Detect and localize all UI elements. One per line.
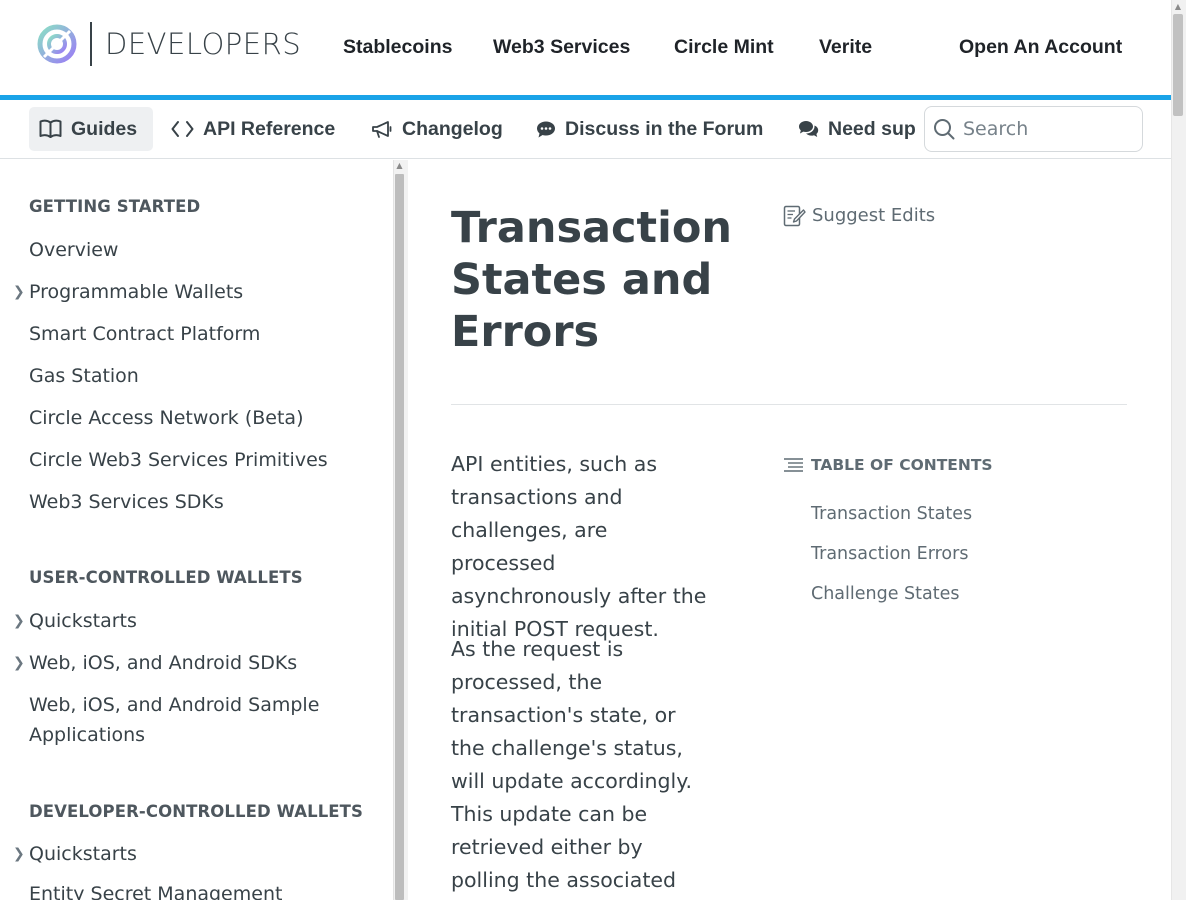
sidebar-item-web-ios-android-sdks[interactable]: Web, iOS, and Android SDKs <box>29 648 369 678</box>
nav-stablecoins[interactable]: Stablecoins <box>343 36 452 59</box>
book-icon <box>39 119 62 138</box>
main-content: Transaction States and Errors Suggest Ed… <box>408 160 1171 900</box>
chevron-right-icon[interactable]: ❯ <box>13 284 25 300</box>
megaphone-icon <box>372 121 392 138</box>
scroll-up-arrow-icon[interactable]: ▲ <box>1173 2 1183 12</box>
tab-changelog-label: Changelog <box>402 117 503 140</box>
nav-circle-mint[interactable]: Circle Mint <box>674 36 774 59</box>
toc-link-transaction-errors[interactable]: Transaction Errors <box>811 544 968 564</box>
logo-text: DEVELOPERS <box>105 27 302 61</box>
body-paragraph: As the request is processed, the transac… <box>451 637 692 892</box>
sidebar-item-circle-access-network[interactable]: Circle Access Network (Beta) <box>29 403 369 433</box>
list-icon <box>784 458 803 472</box>
sidebar-item-sample-applications[interactable]: Web, iOS, and Android Sample Application… <box>29 690 369 750</box>
left-sidebar: GETTING STARTED Overview ❯ Programmable … <box>0 160 393 900</box>
window-scrollbar-thumb[interactable] <box>1173 14 1183 116</box>
tab-changelog[interactable]: Changelog <box>371 107 503 151</box>
title-divider <box>451 404 1127 405</box>
chevron-right-icon[interactable]: ❯ <box>13 655 25 671</box>
top-header: DEVELOPERS Stablecoins Web3 Services Cir… <box>0 0 1171 95</box>
search-input[interactable] <box>963 118 1133 140</box>
chevron-right-icon[interactable]: ❯ <box>13 613 25 629</box>
sidebar-item-web3-services-primitives[interactable]: Circle Web3 Services Primitives <box>29 445 369 475</box>
tab-discuss-forum[interactable]: Discuss in the Forum <box>536 107 763 151</box>
tab-api-reference[interactable]: API Reference <box>171 107 335 151</box>
toc-link-transaction-states[interactable]: Transaction States <box>811 504 972 524</box>
sidebar-item-programmable-wallets[interactable]: Programmable Wallets <box>29 277 369 307</box>
sidebar-item-smart-contract-platform[interactable]: Smart Contract Platform <box>29 319 369 349</box>
open-account-link[interactable]: Open An Account <box>959 36 1122 59</box>
tab-need-support-label: Need sup <box>828 117 916 140</box>
sidebar-item-gas-station[interactable]: Gas Station <box>29 361 369 391</box>
tab-need-support[interactable]: Need sup <box>798 107 918 151</box>
search-box[interactable] <box>924 106 1143 152</box>
scroll-up-arrow-icon[interactable]: ▲ <box>395 161 404 171</box>
toc-heading: TABLE OF CONTENTS <box>783 456 993 474</box>
suggest-edits-link[interactable]: Suggest Edits <box>783 204 935 227</box>
tab-api-reference-label: API Reference <box>203 117 336 140</box>
intro-paragraph: API entities, such as transactions and c… <box>451 452 707 641</box>
sub-navigation: Guides API Reference Changelog Discuss i… <box>0 100 1171 159</box>
chat-bubbles-icon <box>799 121 819 137</box>
developers-logo[interactable]: DEVELOPERS <box>36 22 301 66</box>
toc-link-challenge-states[interactable]: Challenge States <box>811 584 960 604</box>
suggest-edits-label: Suggest Edits <box>812 205 936 226</box>
tab-discuss-forum-label: Discuss in the Forum <box>565 117 764 140</box>
sidebar-item-web3-services-sdks[interactable]: Web3 Services SDKs <box>29 487 369 517</box>
circle-logo-icon <box>37 24 77 64</box>
sidebar-heading-user-controlled-wallets: USER-CONTROLLED WALLETS <box>29 568 303 587</box>
page-title: Transaction States and Errors <box>451 203 732 357</box>
sidebar-heading-getting-started: GETTING STARTED <box>29 197 201 216</box>
chevron-right-icon[interactable]: ❯ <box>13 846 25 862</box>
nav-verite[interactable]: Verite <box>819 36 872 59</box>
sidebar-item-user-quickstarts[interactable]: Quickstarts <box>29 606 369 636</box>
search-icon <box>934 119 955 140</box>
sidebar-heading-developer-controlled-wallets: DEVELOPER-CONTROLLED WALLETS <box>29 802 364 821</box>
logo-divider <box>90 22 92 66</box>
sidebar-scrollbar-thumb[interactable] <box>395 174 404 900</box>
tab-guides-label: Guides <box>71 117 138 140</box>
tab-guides[interactable]: Guides <box>29 107 153 151</box>
edit-document-icon <box>783 205 806 227</box>
chat-bubble-icon <box>537 121 555 137</box>
window-scrollbar[interactable] <box>1171 0 1186 900</box>
code-icon <box>171 121 194 137</box>
toc-heading-label: TABLE OF CONTENTS <box>811 456 993 474</box>
nav-web3-services[interactable]: Web3 Services <box>493 36 630 59</box>
sidebar-item-developer-quickstarts[interactable]: Quickstarts <box>29 839 369 869</box>
sidebar-item-overview[interactable]: Overview <box>29 235 369 265</box>
sidebar-item-entity-secret-management[interactable]: Entity Secret Management <box>29 879 369 900</box>
